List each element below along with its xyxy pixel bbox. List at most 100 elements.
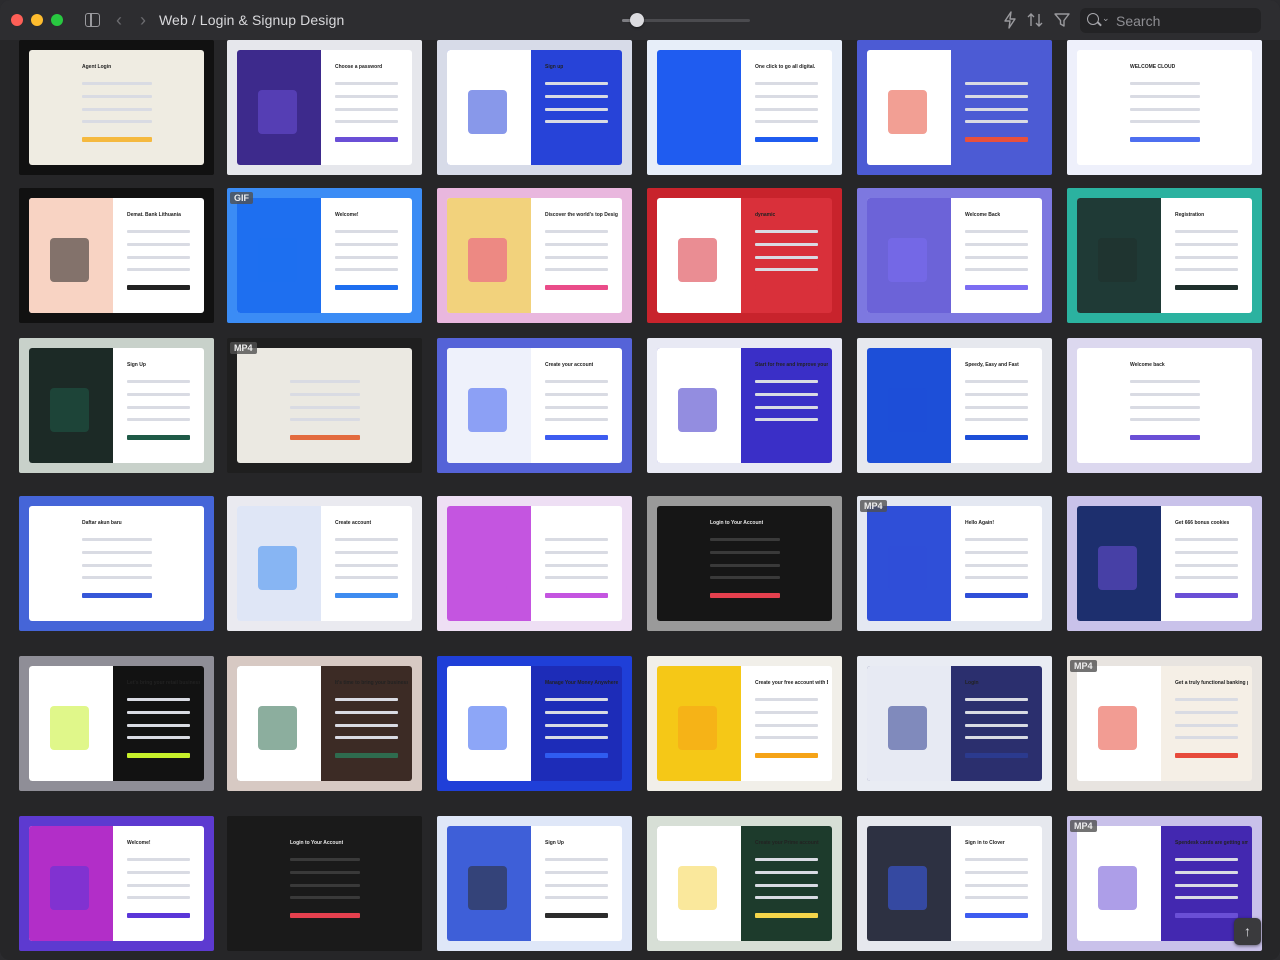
- design-thumbnail[interactable]: Sign Up: [19, 338, 214, 473]
- design-thumbnail[interactable]: Welcome Back: [857, 188, 1052, 323]
- design-thumbnail[interactable]: Discover the world's top Designers & Cre…: [437, 188, 632, 323]
- design-thumbnail[interactable]: dynamic: [647, 188, 842, 323]
- form-field: [965, 256, 1028, 259]
- thumbnail-preview: Spendesk cards are getting smarter: [1077, 826, 1252, 941]
- minimize-window-button[interactable]: [31, 14, 43, 26]
- design-thumbnail[interactable]: WELCOME CLOUD: [1067, 40, 1262, 175]
- submit-button: [335, 285, 398, 290]
- form-field: [965, 380, 1028, 383]
- design-thumbnail[interactable]: Let's bring your retail business to eSho…: [19, 656, 214, 791]
- form-field: [1130, 380, 1200, 383]
- design-thumbnail[interactable]: Daftar akun baru: [19, 496, 214, 631]
- form-field: [1175, 230, 1238, 233]
- design-thumbnail[interactable]: Sign in to Clover: [857, 816, 1052, 951]
- design-thumbnail[interactable]: Speedy, Easy and Fast: [857, 338, 1052, 473]
- design-thumbnail[interactable]: [857, 40, 1052, 175]
- design-thumbnail[interactable]: Login: [857, 656, 1052, 791]
- design-thumbnail[interactable]: Sign Up: [437, 816, 632, 951]
- form-field: [545, 268, 608, 271]
- thumbnail-preview: Discover the world's top Designers & Cre…: [447, 198, 622, 313]
- thumbnail-title: Login: [965, 680, 979, 686]
- form-field: [755, 858, 818, 861]
- filter-icon[interactable]: [1053, 11, 1071, 29]
- sidebar-toggle-icon[interactable]: [85, 13, 100, 27]
- media-type-badge: MP4: [230, 342, 257, 354]
- form-field: [335, 564, 398, 567]
- search-input[interactable]: [1114, 11, 1258, 31]
- design-thumbnail[interactable]: Choose a password: [227, 40, 422, 175]
- search-box[interactable]: ⌄: [1080, 8, 1261, 33]
- design-thumbnail[interactable]: Create your free account with Bluepages: [647, 656, 842, 791]
- form-field: [127, 256, 190, 259]
- design-thumbnail[interactable]: Spendesk cards are getting smarter MP4: [1067, 816, 1262, 951]
- submit-button: [1175, 593, 1238, 598]
- chevron-left-icon[interactable]: ‹: [110, 11, 128, 29]
- design-thumbnail[interactable]: One click to go all digital.: [647, 40, 842, 175]
- zoom-slider[interactable]: [622, 13, 750, 27]
- design-thumbnail[interactable]: Manage Your Money Anywhere: [437, 656, 632, 791]
- form-field: [755, 418, 818, 421]
- illustration: [888, 388, 927, 432]
- close-window-button[interactable]: [11, 14, 23, 26]
- design-thumbnail[interactable]: It's time to bring your business online.: [227, 656, 422, 791]
- form-field: [82, 108, 152, 111]
- form-field: [755, 230, 818, 233]
- design-thumbnail[interactable]: Welcome! GIF: [227, 188, 422, 323]
- form-field: [755, 268, 818, 271]
- app-window: ‹ › Web / Login & Signup Design ⌄ Agent …: [0, 0, 1280, 960]
- arrow-up-icon: ↑: [1244, 923, 1251, 939]
- design-thumbnail[interactable]: Login to Your Account: [227, 816, 422, 951]
- chevron-right-icon[interactable]: ›: [134, 11, 152, 29]
- design-thumbnail[interactable]: Welcome back: [1067, 338, 1262, 473]
- chevron-down-icon[interactable]: ⌄: [1102, 13, 1110, 24]
- illustration: [50, 706, 89, 750]
- design-thumbnail[interactable]: Login to Your Account: [647, 496, 842, 631]
- zoom-slider-knob[interactable]: [630, 13, 645, 27]
- thumbnail-preview: Welcome!: [237, 198, 412, 313]
- illustration: [888, 546, 927, 590]
- thumbnail-preview: Agent Login: [29, 50, 204, 165]
- design-thumbnail[interactable]: Hello Again! MP4: [857, 496, 1052, 631]
- form-field: [755, 884, 818, 887]
- bolt-icon[interactable]: [1001, 11, 1019, 29]
- submit-button: [1175, 753, 1238, 758]
- form-field: [545, 256, 608, 259]
- form-field: [965, 736, 1028, 739]
- form-field: [335, 256, 398, 259]
- sort-icon[interactable]: [1026, 11, 1044, 29]
- design-thumbnail[interactable]: Get 666 bonus cookies: [1067, 496, 1262, 631]
- design-thumbnail[interactable]: Demat. Bank Lithuania: [19, 188, 214, 323]
- design-thumbnail[interactable]: Get a truly functional banking platform M…: [1067, 656, 1262, 791]
- design-thumbnail[interactable]: Welcome!: [19, 816, 214, 951]
- design-thumbnail[interactable]: Create your account: [437, 338, 632, 473]
- thumbnail-preview: Login: [867, 666, 1042, 781]
- form-field: [1175, 724, 1238, 727]
- thumbnail-title: Daftar akun baru: [82, 520, 122, 526]
- submit-button: [710, 593, 780, 598]
- form-field: [127, 724, 190, 727]
- design-thumbnail[interactable]: [437, 496, 632, 631]
- thumbnail-title: Login to Your Account: [710, 520, 764, 526]
- scroll-to-top-button[interactable]: ↑: [1234, 918, 1261, 945]
- thumbnail-preview: Choose a password: [237, 50, 412, 165]
- design-thumbnail[interactable]: Sign up: [437, 40, 632, 175]
- design-thumbnail[interactable]: Create your Prime account: [647, 816, 842, 951]
- design-thumbnail[interactable]: Registration: [1067, 188, 1262, 323]
- form-field: [545, 120, 608, 123]
- design-thumbnail[interactable]: Start for free and improve your speaker …: [647, 338, 842, 473]
- design-thumbnail[interactable]: Create account: [227, 496, 422, 631]
- zoom-window-button[interactable]: [51, 14, 63, 26]
- form-field: [290, 871, 360, 874]
- design-thumbnail[interactable]: Agent Login: [19, 40, 214, 175]
- form-field: [965, 871, 1028, 874]
- thumbnail-preview: Get a truly functional banking platform: [1077, 666, 1252, 781]
- form-field: [755, 871, 818, 874]
- illustration: [888, 238, 927, 282]
- illustration: [678, 706, 717, 750]
- submit-button: [965, 593, 1028, 598]
- design-thumbnail[interactable]: MP4: [227, 338, 422, 473]
- form-field: [335, 108, 398, 111]
- thumbnail-preview: Daftar akun baru: [29, 506, 204, 621]
- form-field: [127, 268, 190, 271]
- form-field: [545, 82, 608, 85]
